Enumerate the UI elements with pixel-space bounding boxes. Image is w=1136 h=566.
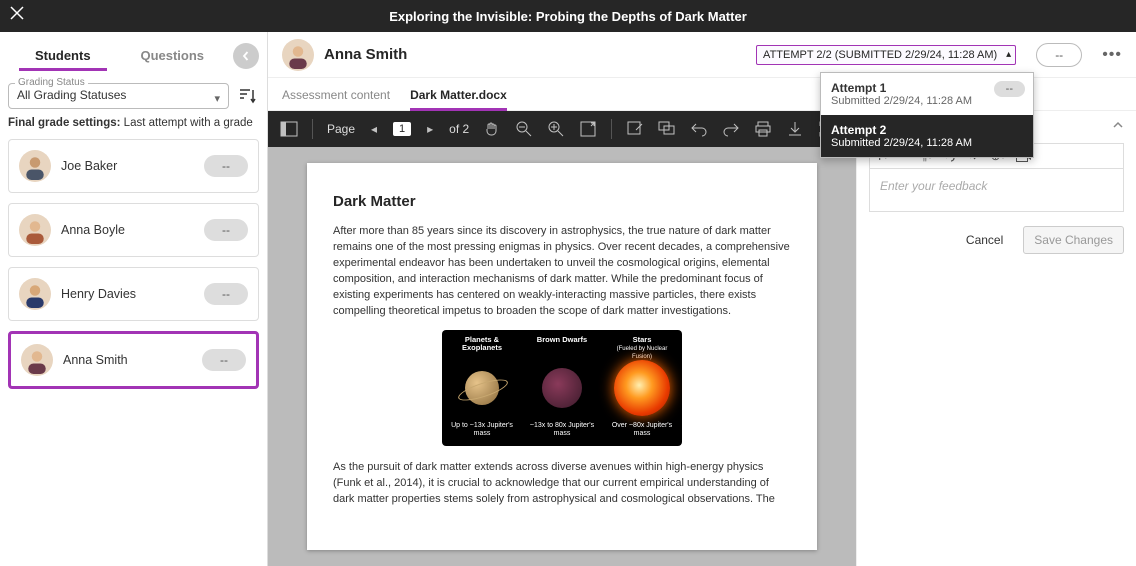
prev-page-icon[interactable]: ◂	[365, 120, 383, 138]
grade-pill: --	[204, 155, 248, 177]
filter-value: All Grading Statuses	[17, 88, 220, 102]
page-of: of 2	[449, 122, 469, 136]
fit-page-icon[interactable]	[579, 120, 597, 138]
print-icon[interactable]	[754, 120, 772, 138]
grade-pill: --	[202, 349, 246, 371]
avatar	[19, 214, 51, 246]
back-button[interactable]	[233, 43, 259, 69]
final-grade-settings: Final grade settings: Last attempt with …	[8, 117, 259, 129]
attempt-selector[interactable]: ATTEMPT 2/2 (SUBMITTED 2/29/24, 11:28 AM…	[756, 45, 1016, 65]
save-changes-button[interactable]: Save Changes	[1023, 226, 1124, 254]
cancel-button[interactable]: Cancel	[956, 226, 1013, 254]
feedback-input[interactable]: Enter your feedback	[869, 168, 1124, 212]
doc-heading: Dark Matter	[333, 193, 791, 210]
next-page-icon[interactable]: ▸	[421, 120, 439, 138]
grade-pill: --	[204, 283, 248, 305]
attempt-option-2[interactable]: Attempt 2 Submitted 2/29/24, 11:28 AM	[821, 115, 1033, 157]
page-label: Page	[327, 122, 355, 136]
grade-oval-button[interactable]: --	[1036, 43, 1082, 67]
zoom-in-icon[interactable]	[547, 120, 565, 138]
undo-icon[interactable]	[690, 120, 708, 138]
main-panel: Anna Smith ATTEMPT 2/2 (SUBMITTED 2/29/2…	[268, 32, 1136, 566]
sidebar-toggle-icon[interactable]	[280, 120, 298, 138]
student-name: Anna Boyle	[61, 223, 194, 237]
sidebar: Students Questions Grading Status All Gr…	[0, 32, 268, 566]
student-card-anna-smith[interactable]: Anna Smith --	[8, 331, 259, 389]
tab-students[interactable]: Students	[8, 42, 118, 69]
grading-status-filter[interactable]: Grading Status All Grading Statuses	[8, 83, 229, 109]
document-toolbar: Page ◂ 1 ▸ of 2	[268, 111, 856, 147]
attempt-grade-pill: --	[994, 81, 1025, 97]
student-name: Henry Davies	[61, 287, 194, 301]
tab-questions[interactable]: Questions	[118, 42, 228, 69]
grade-pill: --	[204, 219, 248, 241]
attempt-option-1[interactable]: Attempt 1 Submitted 2/29/24, 11:28 AM --	[821, 73, 1033, 115]
sort-button[interactable]	[235, 84, 259, 108]
avatar	[21, 344, 53, 376]
collapse-icon[interactable]	[1112, 119, 1124, 134]
redo-icon[interactable]	[722, 120, 740, 138]
attempt-dropdown: Attempt 1 Submitted 2/29/24, 11:28 AM --…	[820, 72, 1034, 158]
hand-tool-icon[interactable]	[483, 120, 501, 138]
close-icon[interactable]	[10, 6, 24, 23]
document-page: Dark Matter After more than 85 years sin…	[307, 163, 817, 550]
student-name: Anna Smith	[63, 353, 192, 367]
avatar	[282, 39, 314, 71]
download-icon[interactable]	[786, 120, 804, 138]
document-scroll-area[interactable]: Dark Matter After more than 85 years sin…	[268, 147, 856, 566]
selected-student-name: Anna Smith	[324, 46, 407, 63]
student-name: Joe Baker	[61, 159, 194, 173]
student-card-henry-davies[interactable]: Henry Davies --	[8, 267, 259, 321]
doc-figure: Planets & Exoplanets Up to ~13x Jupiter'…	[442, 330, 682, 447]
page-number[interactable]: 1	[393, 122, 411, 136]
annotate-icon[interactable]	[626, 120, 644, 138]
avatar	[19, 150, 51, 182]
document-viewer: Page ◂ 1 ▸ of 2	[268, 111, 856, 566]
tab-document[interactable]: Dark Matter.docx	[410, 88, 507, 110]
tab-assessment-content[interactable]: Assessment content	[282, 88, 390, 110]
zoom-out-icon[interactable]	[515, 120, 533, 138]
student-card-anna-boyle[interactable]: Anna Boyle --	[8, 203, 259, 257]
filter-label: Grading Status	[15, 77, 88, 88]
doc-paragraph: After more than 85 years since its disco…	[333, 224, 791, 320]
avatar	[19, 278, 51, 310]
feedback-panel: T▾ ••• ¶▾ ⊕▾ Enter your feedback Cancel …	[856, 111, 1136, 566]
page-title: Exploring the Invisible: Probing the Dep…	[0, 9, 1136, 24]
student-card-joe-baker[interactable]: Joe Baker --	[8, 139, 259, 193]
more-options-button[interactable]: •••	[1102, 46, 1122, 64]
doc-paragraph: As the pursuit of dark matter extends ac…	[333, 460, 791, 508]
comment-icon[interactable]	[658, 120, 676, 138]
